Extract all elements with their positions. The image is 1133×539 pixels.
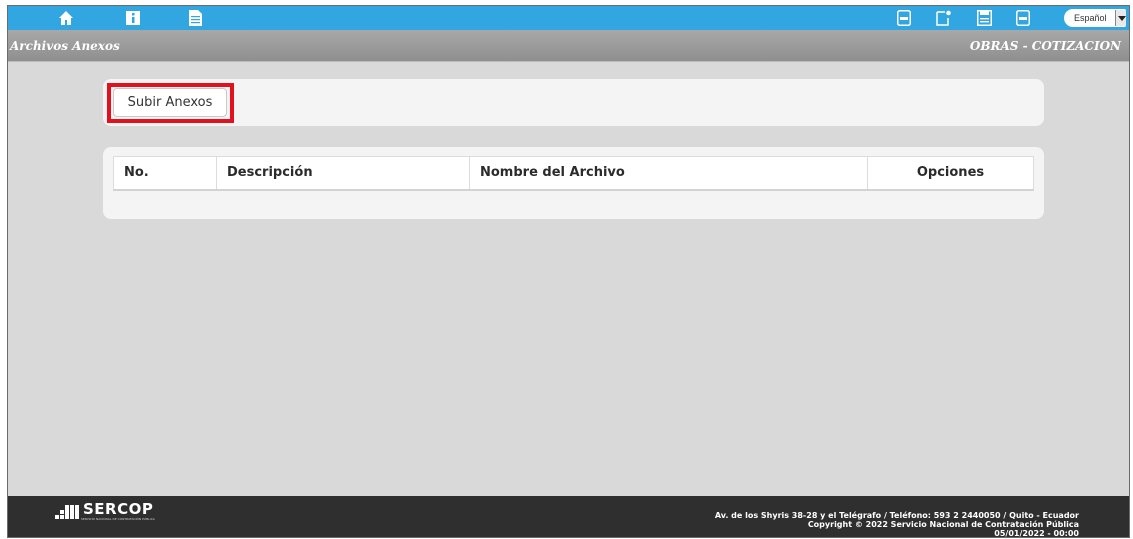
footer-address: Av. de los Shyris 38-28 y el Telégrafo /… [714,511,1079,520]
files-panel: No. Descripción Nombre del Archivo Opcio… [103,147,1044,219]
column-header-filename: Nombre del Archivo [469,156,868,191]
logo-mark-icon [55,505,79,519]
footer-datetime: 05/01/2022 - 00:00 [994,529,1079,538]
page-title: Archivos Anexos [10,39,120,53]
top-toolbar: Español [8,6,1129,30]
module-title: OBRAS - COTIZACION [969,39,1121,53]
table-header-row: No. Descripción Nombre del Archivo Opcio… [113,156,1034,191]
column-header-options: Opciones [867,156,1034,191]
footer-info: Av. de los Shyris 38-28 y el Telégrafo /… [714,511,1079,538]
home-icon[interactable] [58,10,74,26]
logo-text: SERCOP [83,500,154,518]
application-window: Español Archivos Anexos OBRAS - COTIZACI… [7,5,1130,538]
new-document-icon[interactable] [936,10,952,26]
language-value: Español [1074,13,1107,23]
info-icon[interactable] [126,10,140,26]
pdf-export-icon[interactable] [1016,10,1030,26]
logo-subtext: SERVICIO NACIONAL DE CONTRATACIÓN PÚBLIC… [81,517,155,521]
chevron-down-icon[interactable] [1115,10,1126,26]
column-header-number: No. [113,156,217,191]
title-bar: Archivos Anexos OBRAS - COTIZACION [8,30,1129,62]
document-icon[interactable] [189,10,202,26]
attachments-table: No. Descripción Nombre del Archivo Opcio… [113,156,1034,191]
footer: SERCOP SERVICIO NACIONAL DE CONTRATACIÓN… [8,496,1129,538]
save-icon[interactable] [977,10,992,26]
footer-copyright: Copyright © 2022 Servicio Nacional de Co… [807,520,1079,529]
upload-attachments-button[interactable]: Subir Anexos [113,88,227,117]
upload-panel: Subir Anexos [103,79,1044,126]
column-header-description: Descripción [216,156,470,191]
pdf-icon[interactable] [897,10,911,26]
language-select[interactable]: Español [1064,9,1126,27]
